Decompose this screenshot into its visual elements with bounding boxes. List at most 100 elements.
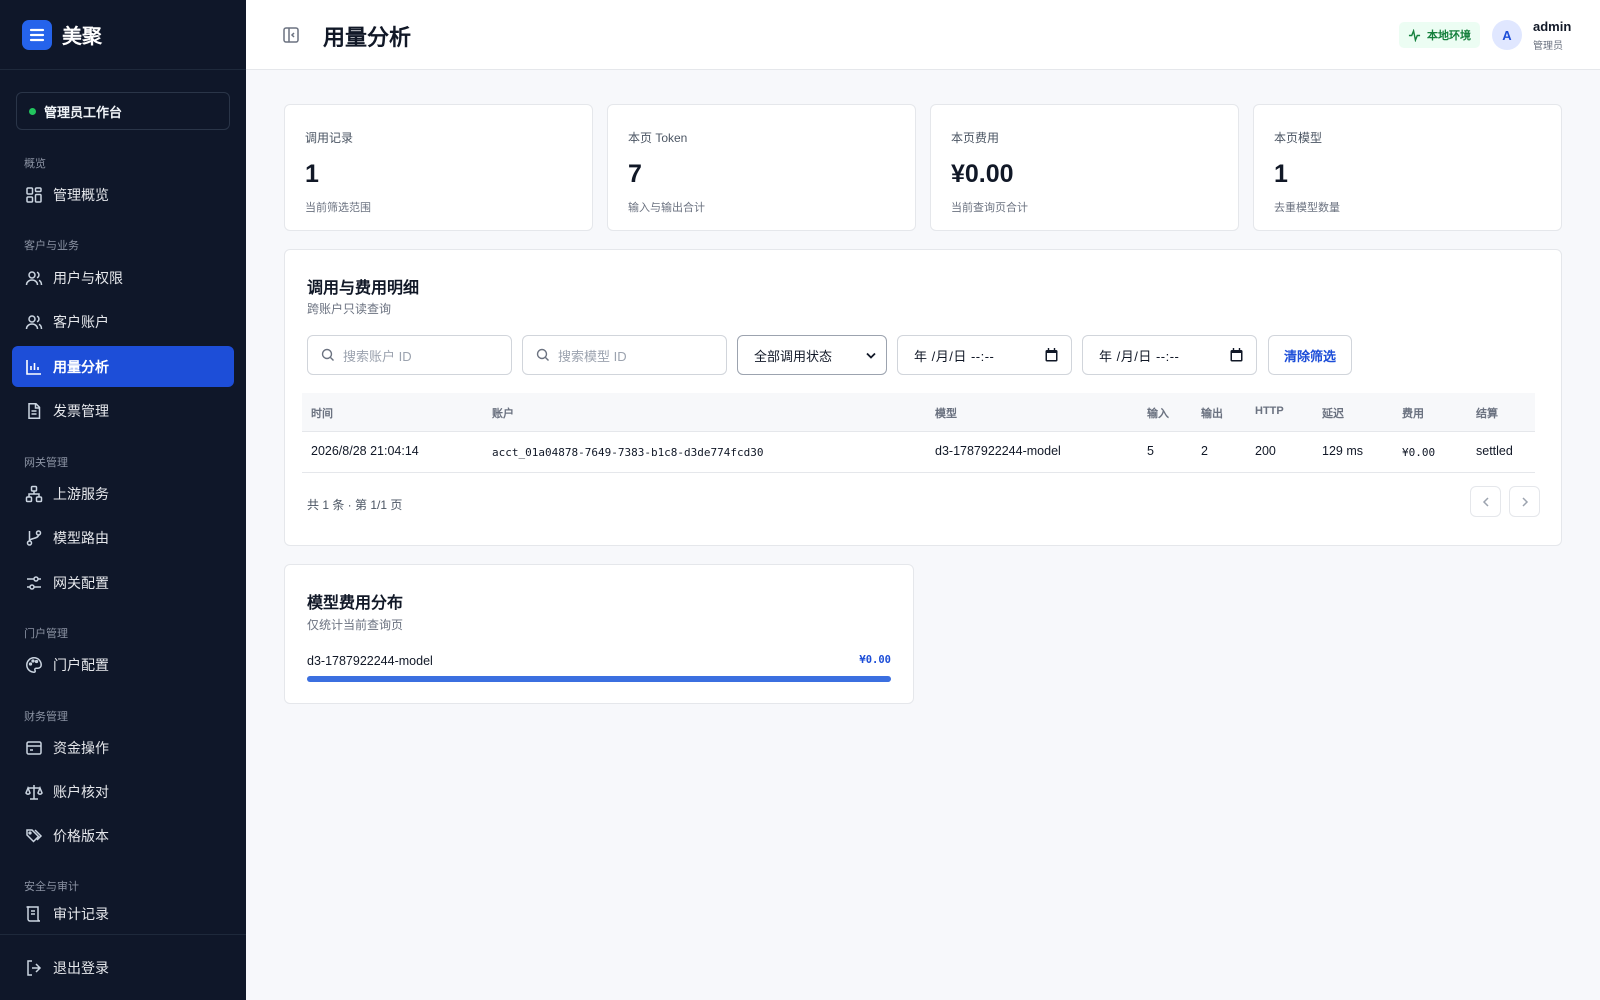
- clear-filters-button[interactable]: 清除筛选: [1268, 335, 1352, 375]
- date-to-input[interactable]: 年 /月/日 --:--: [1082, 335, 1257, 375]
- env-badge-label: 本地环境: [1427, 30, 1471, 42]
- status-select[interactable]: 全部调用状态: [737, 335, 887, 375]
- nav-section-gateway: 网关管理: [24, 457, 68, 469]
- stat-label: 本页模型: [1274, 131, 1323, 145]
- sidebar-item-audit-log[interactable]: 审计记录: [12, 897, 234, 931]
- cell-cost: ¥0.00: [1402, 446, 1436, 459]
- column-header[interactable]: 输入: [1147, 405, 1169, 421]
- search-icon: [321, 348, 334, 361]
- workspace-label: 管理员工作台: [44, 104, 123, 120]
- sidebar-item-users[interactable]: 用户与权限: [12, 257, 234, 298]
- column-header[interactable]: 输出: [1201, 405, 1223, 421]
- stat-card-models: 本页模型 1 去重模型数量: [1253, 104, 1562, 231]
- sidebar-item-portal-config[interactable]: 门户配置: [12, 644, 234, 685]
- account-search-placeholder: 搜索账户 ID: [343, 348, 412, 364]
- sidebar-item-gateway-config[interactable]: 网关配置: [12, 562, 234, 603]
- chevron-right-icon: [1521, 496, 1528, 507]
- sidebar-item-upstream-services[interactable]: 上游服务: [12, 473, 234, 514]
- column-header[interactable]: 延迟: [1322, 405, 1344, 421]
- usage-details-card: 调用与费用明细 跨账户只读查询 搜索账户 ID 搜索模型 ID 全部调用状态 年…: [284, 249, 1562, 546]
- column-header[interactable]: 模型: [935, 405, 957, 421]
- sidebar-item-usage-analytics[interactable]: 用量分析: [12, 346, 234, 387]
- stat-value: 1: [1274, 160, 1288, 188]
- date-from-value: 年 /月/日 --:--: [914, 348, 995, 364]
- sidebar-item-account-reconcile[interactable]: 账户核对: [12, 771, 234, 812]
- cell-settlement: settled: [1476, 444, 1513, 458]
- sidebar-item-label: 门户配置: [53, 656, 109, 673]
- env-badge: 本地环境: [1399, 22, 1480, 48]
- pagination-summary: 共 1 条 · 第 1/1 页: [307, 498, 403, 512]
- column-header[interactable]: 账户: [492, 405, 514, 421]
- nav-section-portal: 门户管理: [24, 628, 68, 640]
- dashboard-icon: [26, 186, 42, 203]
- brand-name: 美聚: [62, 26, 102, 48]
- stat-card-calls: 调用记录 1 当前筛选范围: [284, 104, 593, 231]
- logout-button[interactable]: 退出登录: [12, 947, 234, 988]
- stat-card-tokens: 本页 Token 7 输入与输出合计: [607, 104, 916, 231]
- users-icon: [25, 314, 43, 329]
- wallet-icon: [26, 740, 42, 755]
- brand[interactable]: 美聚: [0, 0, 246, 70]
- sidebar-item-label: 账户核对: [53, 783, 109, 800]
- cell-output: 2: [1201, 444, 1208, 458]
- scroll-icon: [26, 906, 41, 922]
- nav-section-security: 安全与审计: [24, 881, 79, 893]
- distribution-bar-fill: [307, 676, 891, 682]
- stat-sub: 输入与输出合计: [628, 202, 705, 214]
- sidebar-item-label: 用量分析: [53, 358, 109, 375]
- git-branch-icon: [26, 529, 42, 546]
- page-title: 用量分析: [323, 25, 412, 50]
- date-to-value: 年 /月/日 --:--: [1099, 348, 1180, 364]
- model-search-placeholder: 搜索模型 ID: [558, 348, 627, 364]
- bar-chart-icon: [26, 359, 41, 375]
- column-header[interactable]: 费用: [1402, 405, 1424, 421]
- date-from-input[interactable]: 年 /月/日 --:--: [897, 335, 1072, 375]
- column-header[interactable]: 时间: [311, 405, 333, 421]
- sliders-icon: [27, 575, 41, 590]
- sidebar-item-label: 资金操作: [53, 739, 109, 756]
- status-dot: [29, 107, 36, 115]
- nav-section-finance: 财务管理: [24, 711, 68, 723]
- chevron-down-icon: [866, 352, 876, 359]
- user-name[interactable]: admin: [1533, 19, 1571, 34]
- sidebar-toggle-icon[interactable]: [282, 26, 300, 44]
- stat-label: 本页费用: [951, 131, 1000, 145]
- distribution-model-cost: ¥0.00: [859, 654, 891, 666]
- model-search-input[interactable]: 搜索模型 ID: [522, 335, 727, 375]
- sidebar-item-fund-operations[interactable]: 资金操作: [12, 727, 234, 768]
- stat-card-cost: 本页费用 ¥0.00 当前查询页合计: [930, 104, 1239, 231]
- cell-http: 200: [1255, 444, 1276, 458]
- network-icon: [25, 485, 43, 502]
- table-row[interactable]: 2026/8/28 21:04:14 acct_01a04878-7649-73…: [302, 432, 1535, 473]
- stat-label: 调用记录: [305, 131, 354, 145]
- logout-icon: [27, 959, 42, 976]
- palette-icon: [26, 656, 42, 673]
- column-header[interactable]: 结算: [1476, 405, 1498, 421]
- column-header[interactable]: HTTP: [1255, 405, 1284, 417]
- stat-sub: 去重模型数量: [1274, 202, 1340, 214]
- calendar-icon[interactable]: [1045, 348, 1058, 362]
- sidebar-item-price-versions[interactable]: 价格版本: [12, 815, 234, 856]
- avatar[interactable]: A: [1492, 20, 1522, 50]
- card-subtitle: 跨账户只读查询: [307, 302, 392, 316]
- workspace-switcher[interactable]: 管理员工作台: [16, 92, 230, 130]
- sidebar-item-label: 发票管理: [53, 402, 109, 419]
- activity-icon: [1408, 28, 1421, 42]
- distribution-model-name: d3-1787922244-model: [307, 654, 433, 668]
- sidebar-item-customer-accounts[interactable]: 客户账户: [12, 301, 234, 342]
- sidebar-item-label: 价格版本: [53, 827, 109, 844]
- search-icon: [536, 348, 549, 361]
- nav-section-customers: 客户与业务: [24, 240, 79, 252]
- stat-value: 1: [305, 160, 319, 188]
- next-page-button[interactable]: [1509, 486, 1540, 517]
- scale-icon: [25, 784, 43, 800]
- sidebar-item-overview[interactable]: 管理概览: [12, 174, 234, 215]
- stat-label: 本页 Token: [628, 131, 688, 145]
- sidebar-item-model-routing[interactable]: 模型路由: [12, 517, 234, 558]
- account-search-input[interactable]: 搜索账户 ID: [307, 335, 512, 375]
- calendar-icon[interactable]: [1230, 348, 1243, 362]
- sidebar-item-label: 上游服务: [53, 485, 109, 502]
- prev-page-button[interactable]: [1470, 486, 1501, 517]
- sidebar-item-invoices[interactable]: 发票管理: [12, 390, 234, 431]
- cell-account: acct_01a04878-7649-7383-b1c8-d3de774fcd3…: [492, 446, 764, 459]
